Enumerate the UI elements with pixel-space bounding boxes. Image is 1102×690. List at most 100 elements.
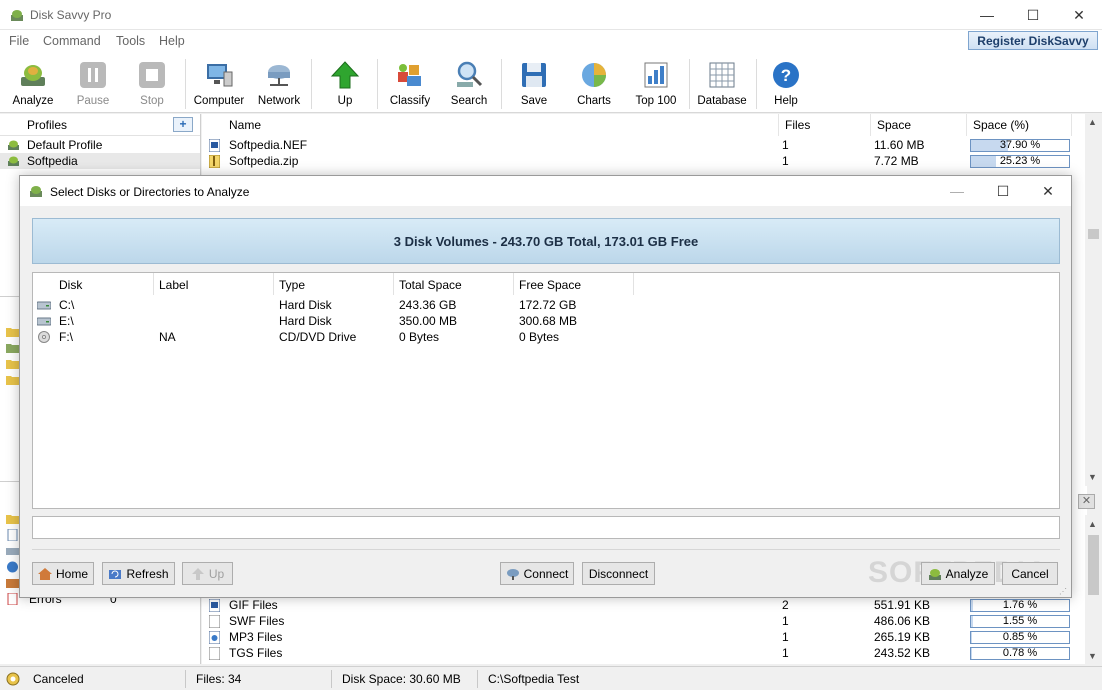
select-disks-dialog: Select Disks or Directories to Analyze —… xyxy=(19,175,1072,598)
search-button[interactable]: Search xyxy=(442,57,496,111)
pause-button[interactable]: Pause xyxy=(66,57,120,111)
dialog-separator xyxy=(32,549,1060,550)
disk-row[interactable]: F:\ NA CD/DVD Drive 0 Bytes 0 Bytes xyxy=(33,329,1053,345)
column-header-type[interactable]: Type xyxy=(274,273,394,295)
home-button[interactable]: Home xyxy=(32,562,94,585)
vertical-scrollbar[interactable]: ▲ ▼ xyxy=(1085,515,1102,664)
network-button[interactable]: Network xyxy=(252,57,306,111)
refresh-button[interactable]: Refresh xyxy=(102,562,175,585)
table-row[interactable]: Softpedia.zip 1 7.72 MB 25.23 % xyxy=(202,153,1072,169)
document-icon xyxy=(7,529,18,541)
column-header-space-pct[interactable]: Space (%) xyxy=(967,114,1072,136)
column-header-name[interactable]: Name xyxy=(223,114,779,136)
cd-drive-icon xyxy=(38,331,50,343)
help-button[interactable]: ? Help xyxy=(760,57,812,111)
column-header-free-space[interactable]: Free Space xyxy=(514,273,634,295)
toolbar: Analyze Pause Stop Computer Network Up C… xyxy=(0,53,1102,113)
column-header-space[interactable]: Space xyxy=(871,114,967,136)
computer-icon xyxy=(207,64,233,87)
top100-button[interactable]: Top 100 xyxy=(627,57,685,111)
resize-grip-icon[interactable]: ⋰ xyxy=(1059,587,1067,596)
connect-label: Connect xyxy=(523,566,569,581)
computer-button[interactable]: Computer xyxy=(190,57,248,111)
stop-button[interactable]: Stop xyxy=(125,57,179,111)
error-icon xyxy=(7,593,18,605)
status-disk-space: Disk Space: 30.60 MB xyxy=(342,672,461,686)
disk-row[interactable]: E:\ Hard Disk 350.00 MB 300.68 MB xyxy=(33,313,1053,329)
space-percent: 37.90 % xyxy=(999,139,1041,151)
column-header-files[interactable]: Files xyxy=(779,114,871,136)
charts-button[interactable]: Charts xyxy=(567,57,621,111)
folder-icon xyxy=(6,515,19,524)
table-row[interactable]: TGS Files 1 243.52 KB 0.78 % xyxy=(202,645,1072,661)
database-icon xyxy=(709,62,735,88)
dialog-minimize-button[interactable]: — xyxy=(934,176,980,206)
svg-text:?: ? xyxy=(781,66,791,85)
close-button[interactable]: ✕ xyxy=(1056,0,1102,30)
file-space: 486.06 KB xyxy=(874,614,931,628)
disk-total: 0 Bytes xyxy=(399,330,440,344)
menu-command[interactable]: Command xyxy=(43,34,101,48)
file-count: 1 xyxy=(782,646,789,660)
profile-item-default[interactable]: Default Profile xyxy=(0,137,200,153)
classify-button[interactable]: Classify xyxy=(383,57,437,111)
scroll-up-icon[interactable]: ▲ xyxy=(1088,519,1097,529)
minimize-button[interactable]: — xyxy=(964,0,1010,30)
column-header-disk[interactable]: Disk xyxy=(54,273,154,295)
disk-label: NA xyxy=(159,330,176,344)
maximize-button[interactable]: ☐ xyxy=(1010,0,1056,30)
up-button[interactable]: Up xyxy=(318,57,372,111)
window-title: Disk Savvy Pro xyxy=(30,8,112,22)
status-separator xyxy=(185,670,186,688)
dialog-maximize-button[interactable]: ☐ xyxy=(980,176,1026,206)
database-button[interactable]: Database xyxy=(694,57,750,111)
cancel-button[interactable]: Cancel xyxy=(1002,562,1058,585)
add-profile-button[interactable]: + xyxy=(173,117,193,132)
file-name: SWF Files xyxy=(229,614,285,628)
top100-icon xyxy=(644,62,668,88)
up-directory-button[interactable]: Up xyxy=(182,562,233,585)
scroll-up-icon[interactable]: ▲ xyxy=(1088,117,1097,127)
column-header-total-space[interactable]: Total Space xyxy=(394,273,514,295)
table-row[interactable]: MP3 Files 1 265.19 KB 0.85 % xyxy=(202,629,1072,645)
status-text: Canceled xyxy=(33,672,84,686)
profiles-title: Profiles xyxy=(27,118,68,132)
column-header-label[interactable]: Label xyxy=(154,273,274,295)
disk-type: CD/DVD Drive xyxy=(279,330,357,344)
dialog-close-button[interactable]: ✕ xyxy=(1025,176,1071,206)
analyze-button[interactable]: Analyze xyxy=(6,57,60,111)
scroll-thumb[interactable] xyxy=(1088,229,1099,239)
computer-label: Computer xyxy=(193,95,245,107)
table-row[interactable]: Softpedia.NEF 1 11.60 MB 37.90 % xyxy=(202,137,1072,153)
register-button[interactable]: Register DiskSavvy xyxy=(968,31,1098,50)
menu-help[interactable]: Help xyxy=(159,34,185,48)
table-row[interactable]: SWF Files 1 486.06 KB 1.55 % xyxy=(202,613,1072,629)
app-icon xyxy=(11,10,23,21)
scroll-thumb[interactable] xyxy=(1088,535,1099,595)
connect-button[interactable]: Connect xyxy=(500,562,574,585)
disk-type: Hard Disk xyxy=(279,314,332,328)
path-input[interactable] xyxy=(32,516,1060,539)
file-count: 1 xyxy=(782,614,789,628)
classify-label: Classify xyxy=(389,95,431,107)
disk-row[interactable]: C:\ Hard Disk 243.36 GB 172.72 GB xyxy=(33,297,1053,313)
scroll-down-icon[interactable]: ▼ xyxy=(1088,472,1097,482)
analyze-label: Analyze xyxy=(12,95,54,107)
table-row[interactable]: GIF Files 2 551.91 KB 1.76 % xyxy=(202,597,1072,613)
menu-file[interactable]: File xyxy=(9,34,29,48)
zip-file-icon xyxy=(209,155,220,168)
image-file-icon xyxy=(209,139,220,152)
file-space: 265.19 KB xyxy=(874,630,931,644)
up-arrow-icon xyxy=(330,61,360,89)
home-icon xyxy=(37,567,52,580)
menu-tools[interactable]: Tools xyxy=(116,34,145,48)
profile-item-softpedia[interactable]: Softpedia xyxy=(0,153,200,169)
close-pane-icon[interactable]: ✕ xyxy=(1078,494,1095,509)
disconnect-button[interactable]: Disconnect xyxy=(582,562,655,585)
vertical-scrollbar[interactable]: ▲ ▼ xyxy=(1085,114,1102,486)
save-button[interactable]: Save xyxy=(507,57,561,111)
dialog-analyze-button[interactable]: Analyze xyxy=(921,562,995,585)
scroll-down-icon[interactable]: ▼ xyxy=(1088,651,1097,661)
status-bar: Canceled Files: 34 Disk Space: 30.60 MB … xyxy=(0,666,1102,690)
disk-free: 172.72 GB xyxy=(519,298,577,312)
